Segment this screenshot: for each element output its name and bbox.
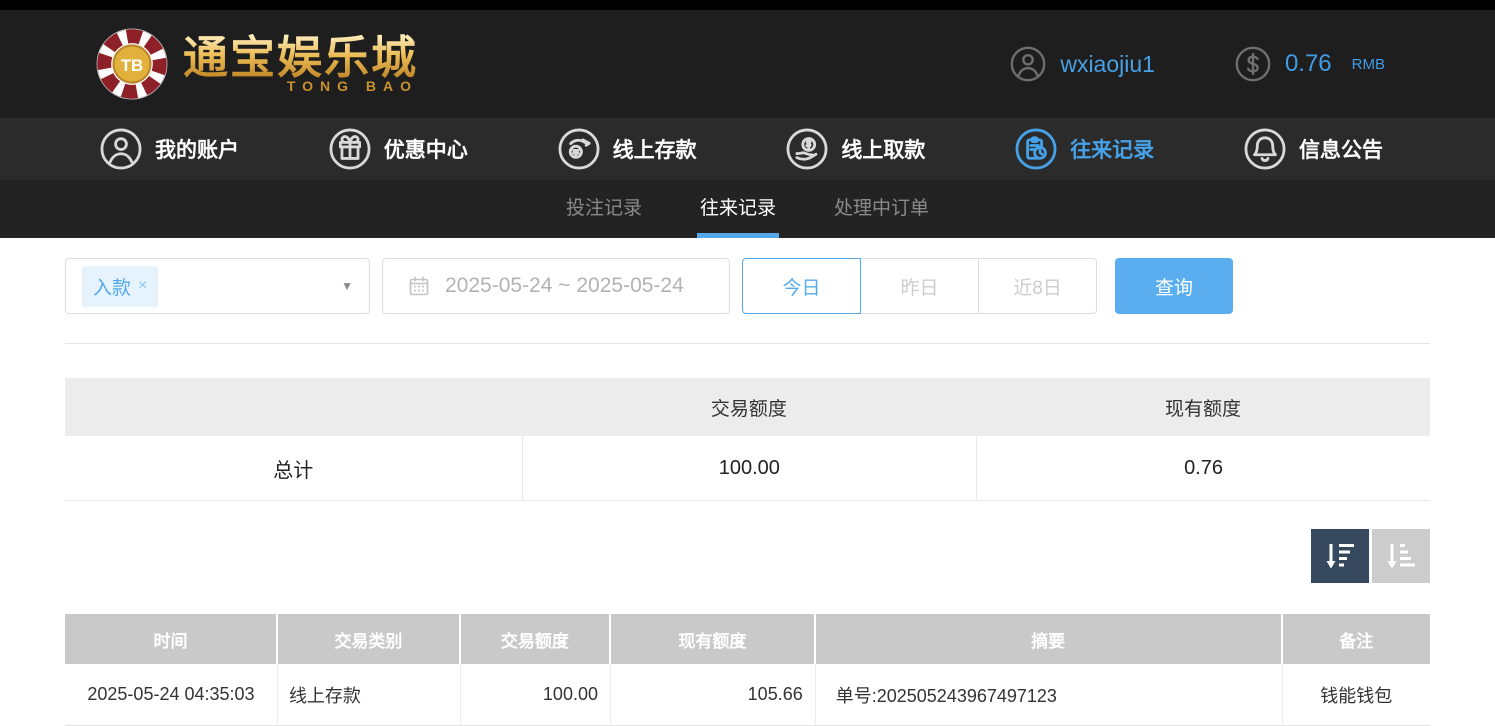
site-logo[interactable]: TB 通宝娱乐城 TONG BAO [95,27,418,101]
records-icon [1015,128,1057,170]
filter-row: 入款 × ▼ 2025-05-24 ~ 2025-05-24 今日 昨日 近8日… [65,258,1430,314]
col-header-balance: 现有额度 [611,614,816,664]
date-range-picker[interactable]: 2025-05-24 ~ 2025-05-24 [382,258,730,314]
cell-time: 2025-05-24 04:35:03 [65,664,278,725]
sort-descending-button[interactable] [1311,529,1369,583]
account-icon [100,128,142,170]
table-row: 2025-05-24 04:35:03 线上存款 100.00 105.66 单… [65,664,1430,726]
balance-display[interactable]: 0.76 RMB [1235,46,1385,82]
nav-label: 信息公告 [1299,134,1383,164]
summary-total-current-amount: 0.76 [976,436,1430,500]
col-header-note: 备注 [1283,614,1430,664]
tab-transaction-records[interactable]: 往来记录 [697,180,779,238]
user-avatar-icon [1010,46,1046,82]
site-header: TB 通宝娱乐城 TONG BAO wxiaojiu1 [0,10,1495,118]
chevron-down-icon: ▼ [341,279,353,293]
promo-gift-icon [329,128,371,170]
summary-total-trade-amount: 100.00 [522,436,977,500]
tag-label: 入款 [93,273,131,300]
casino-chip-logo-icon: TB [95,27,169,101]
quick-date-button-group: 今日 昨日 近8日 [742,258,1097,314]
summary-header-row: 交易额度 现有额度 [65,378,1430,436]
site-title: 通宝娱乐城 [183,34,418,81]
svg-text:TB: TB [121,56,144,75]
search-button[interactable]: 查询 [1115,258,1233,314]
cell-type: 线上存款 [278,664,461,725]
col-header-type: 交易类别 [278,614,461,664]
balance-currency: RMB [1352,56,1385,73]
sort-ascending-icon [1384,541,1418,571]
nav-item-promotions[interactable]: 优惠中心 [329,128,468,170]
tab-betting-records[interactable]: 投注记录 [563,180,645,238]
cell-balance: 105.66 [611,664,816,725]
summary-header-trade-amount: 交易额度 [522,378,977,436]
nav-label: 往来记录 [1070,134,1154,164]
nav-label: 线上存款 [613,134,697,164]
summary-total-row: 总计 100.00 0.76 [65,436,1430,501]
withdraw-icon [786,128,828,170]
balance-amount: 0.76 [1285,50,1332,78]
nav-item-withdraw[interactable]: 线上取款 [786,128,925,170]
summary-header-current-amount: 现有额度 [976,378,1430,436]
site-subtitle: TONG BAO [287,78,418,94]
last-8-days-button[interactable]: 近8日 [978,258,1097,314]
tab-pending-orders[interactable]: 处理中订单 [831,180,932,238]
cell-note: 钱能钱包 [1283,664,1430,725]
username: wxiaojiu1 [1060,51,1155,78]
sort-ascending-button[interactable] [1372,529,1430,583]
records-header-row: 时间 交易类别 交易额度 现有额度 摘要 备注 [65,614,1430,664]
selected-type-tag: 入款 × [82,266,158,307]
sort-descending-icon [1323,541,1357,571]
deposit-icon [558,128,600,170]
sort-controls [65,529,1430,583]
nav-label: 我的账户 [155,134,239,164]
calendar-icon [407,274,431,298]
user-account-link[interactable]: wxiaojiu1 [1010,46,1155,82]
cell-amount: 100.00 [461,664,611,725]
cell-summary: 单号:202505243967497123 [816,664,1283,725]
summary-header-empty [65,378,522,436]
top-strip [0,0,1495,10]
section-divider [65,343,1430,344]
col-header-amount: 交易额度 [461,614,611,664]
summary-table: 交易额度 现有额度 总计 100.00 0.76 [65,378,1430,501]
col-header-time: 时间 [65,614,278,664]
dollar-coin-icon [1235,46,1271,82]
nav-label: 线上取款 [841,134,925,164]
summary-total-label: 总计 [65,436,522,500]
announcement-bell-icon [1244,128,1286,170]
date-range-value: 2025-05-24 ~ 2025-05-24 [445,274,684,298]
today-button[interactable]: 今日 [742,258,861,314]
nav-item-transaction-records[interactable]: 往来记录 [1015,128,1154,170]
records-table: 时间 交易类别 交易额度 现有额度 摘要 备注 2025-05-24 04:35… [65,614,1430,726]
col-header-summary: 摘要 [816,614,1283,664]
nav-item-announcements[interactable]: 信息公告 [1244,128,1383,170]
sub-nav: 投注记录 往来记录 处理中订单 [0,180,1495,238]
nav-item-my-account[interactable]: 我的账户 [100,128,239,170]
tag-close-icon[interactable]: × [138,277,147,295]
nav-label: 优惠中心 [384,134,468,164]
nav-item-deposit[interactable]: 线上存款 [558,128,697,170]
main-nav: 我的账户 优惠中心 线上存款 [0,118,1495,180]
transaction-type-select[interactable]: 入款 × ▼ [65,258,370,314]
yesterday-button[interactable]: 昨日 [860,258,979,314]
